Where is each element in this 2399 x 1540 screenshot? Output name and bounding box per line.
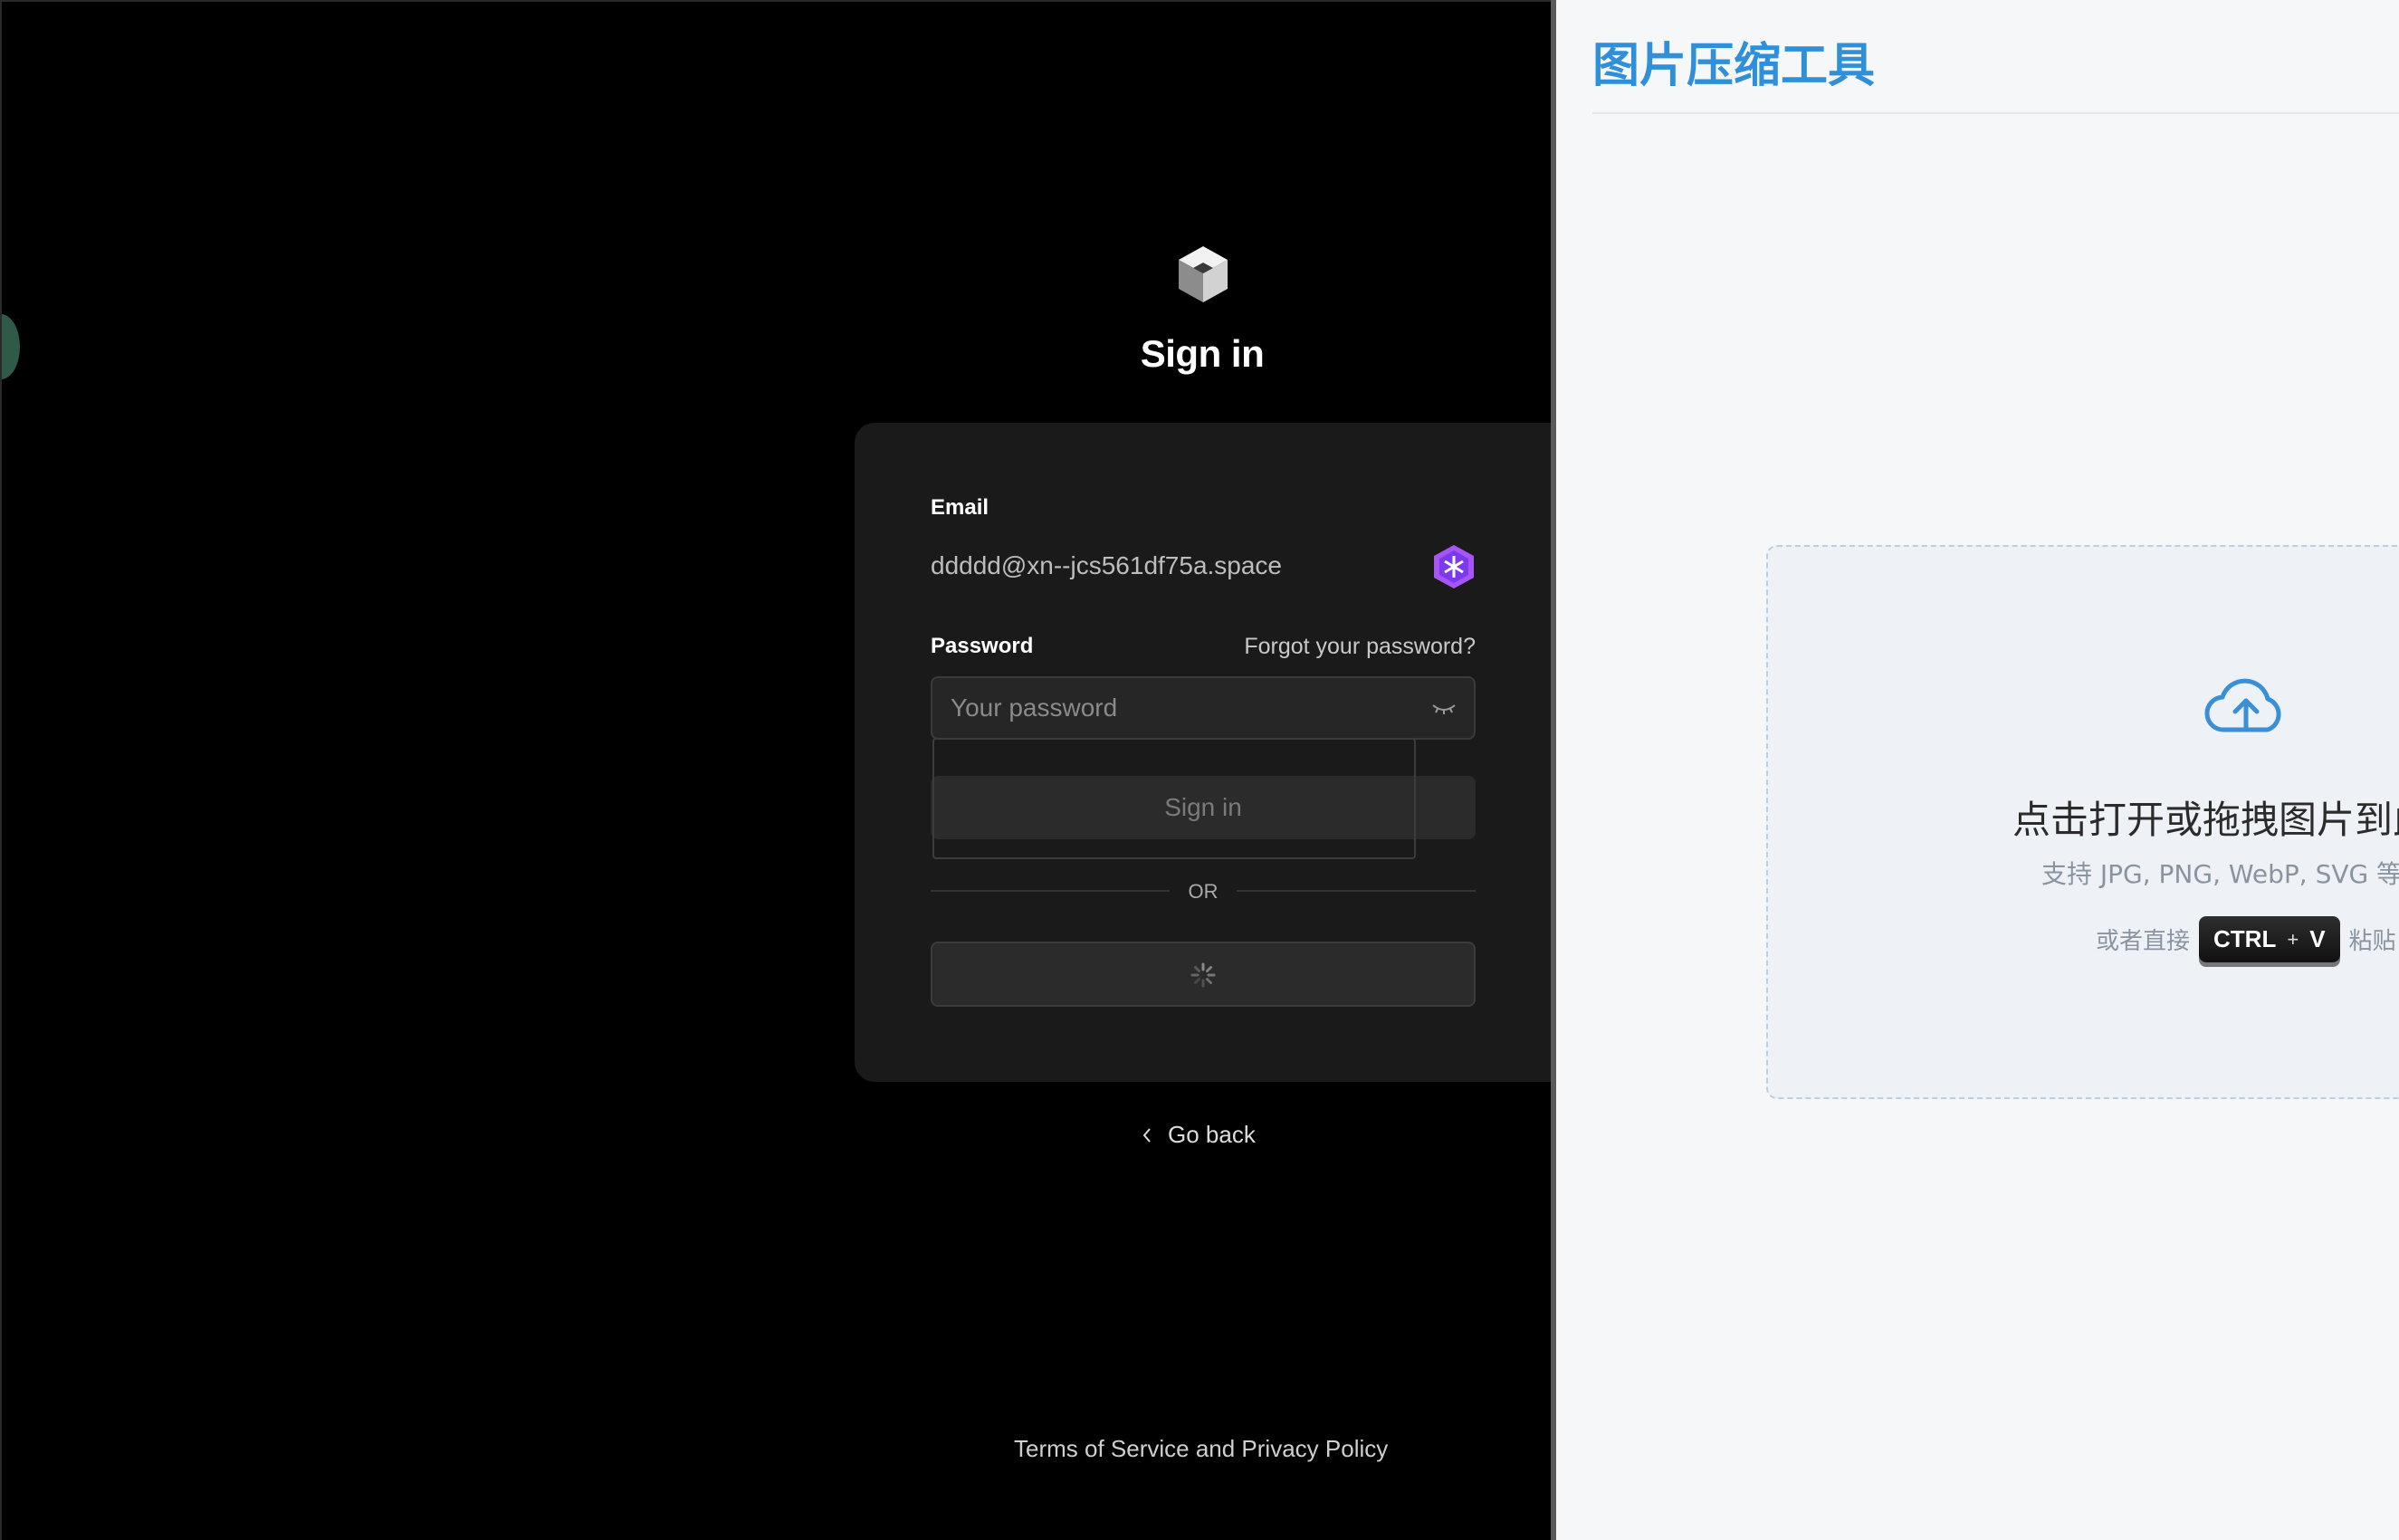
side-panel-handle[interactable] (2, 314, 20, 379)
supported-formats-text: 支持 JPG, PNG, WebP, SVG 等格式 (2041, 859, 2399, 889)
paste-prefix: 或者直接 (2096, 928, 2191, 955)
eye-closed-icon[interactable] (1430, 698, 1458, 718)
paste-suffix: 粘贴 (2348, 928, 2396, 955)
spinner-icon (1190, 962, 1216, 988)
tool-title: 图片压缩工具 (1592, 39, 1876, 93)
header-divider (1592, 112, 2399, 114)
keyboard-shortcut: CTRL + V (2199, 916, 2340, 962)
paste-hint: 或者直接 CTRL + V 粘贴 (2096, 916, 2396, 962)
go-back-label: Go back (1168, 1121, 1256, 1148)
cloud-upload-icon (2204, 678, 2281, 732)
divider-line (1237, 890, 1476, 892)
signin-pane: Sign in Email ddddd@xn--jcs561df75a.spac… (0, 0, 1551, 1540)
email-label: Email (931, 495, 989, 520)
image-drop-zone[interactable]: 点击打开或拖拽图片到此 支持 JPG, PNG, WebP, SVG 等格式 或… (1766, 545, 2399, 1099)
password-field (931, 676, 1476, 740)
cube-logo-icon (1179, 246, 1228, 302)
kbd-ctrl: CTRL (2213, 925, 2277, 952)
go-back-link[interactable]: Go back (1141, 1121, 1256, 1149)
kbd-plus: + (2287, 927, 2299, 951)
page-title: Sign in (1140, 332, 1265, 375)
chevron-left-icon (1142, 1127, 1151, 1143)
kbd-v: V (2309, 925, 2326, 952)
drop-zone-title: 点击打开或拖拽图片到此 (2012, 798, 2399, 842)
alternate-signin-button[interactable] (931, 942, 1476, 1007)
terms-link[interactable]: Terms of Service and Privacy Policy (1014, 1435, 1388, 1463)
password-manager-extension-icon[interactable] (1432, 543, 1476, 590)
email-value: ddddd@xn--jcs561df75a.space (931, 551, 1283, 579)
password-input[interactable] (951, 678, 1421, 738)
divider-or: OR (1188, 880, 1219, 903)
divider-line (931, 890, 1170, 892)
autofill-popup[interactable] (932, 738, 1416, 859)
forgot-password-link[interactable]: Forgot your password? (1244, 634, 1476, 660)
signin-card: Email ddddd@xn--jcs561df75a.space Passwo… (855, 423, 1551, 1082)
image-compression-pane: 图片压缩工具 点击打开或拖拽图片到此 支持 JPG, PNG, WebP, SV… (1556, 0, 2399, 1540)
password-label: Password (931, 634, 1034, 658)
